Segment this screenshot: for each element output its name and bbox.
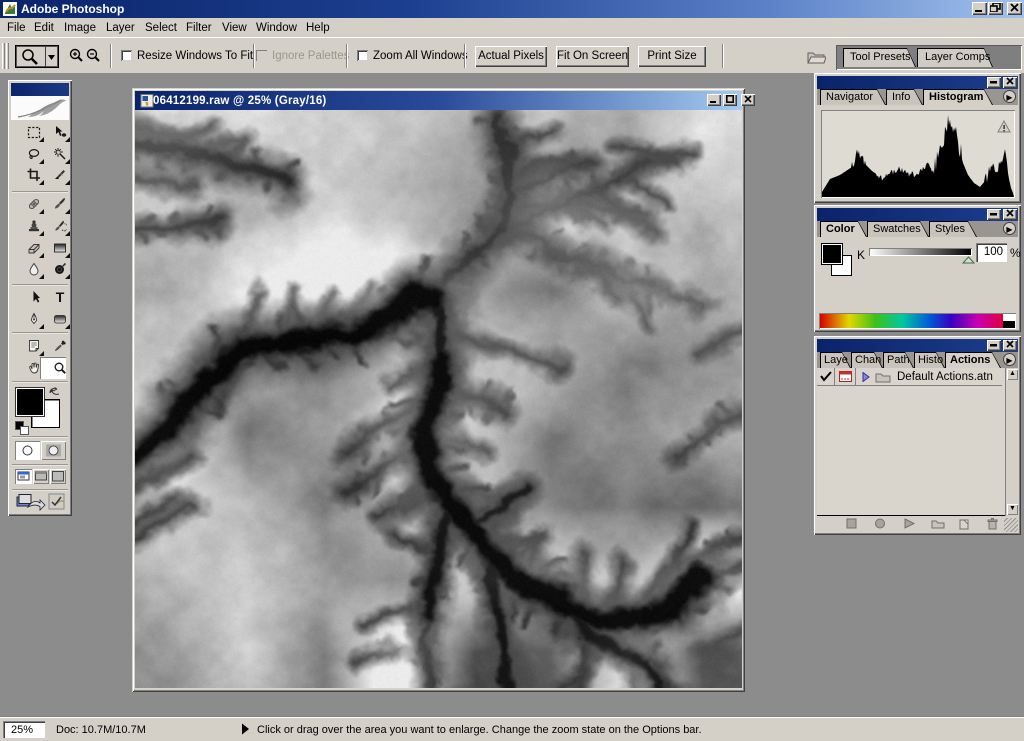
svg-text:T: T — [55, 290, 64, 304]
